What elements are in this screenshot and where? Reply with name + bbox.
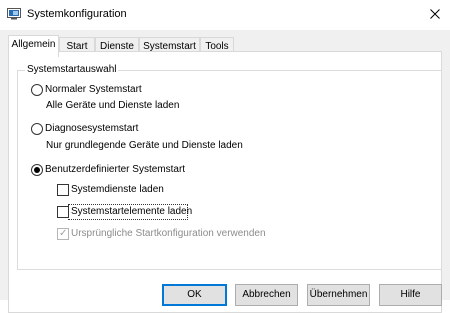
- radio-selective-startup[interactable]: [31, 164, 43, 176]
- help-button[interactable]: Hilfe: [379, 284, 442, 306]
- cancel-button[interactable]: Abbrechen: [235, 284, 298, 306]
- group-legend: Systemstartauswahl: [25, 64, 119, 75]
- radio-normal-label[interactable]: Normaler Systemstart: [45, 84, 142, 95]
- window-title: Systemkonfiguration: [27, 8, 127, 20]
- radio-diagnostic-description: Nur grundlegende Geräte und Dienste lade…: [46, 140, 243, 151]
- help-button-label: Hilfe: [400, 289, 421, 300]
- radio-diagnostic-startup[interactable]: [31, 123, 43, 135]
- ok-button[interactable]: OK: [162, 284, 227, 306]
- title-bar: Systemkonfiguration: [0, 0, 450, 30]
- apply-button[interactable]: Übernehmen: [307, 284, 370, 306]
- close-button[interactable]: [420, 0, 450, 28]
- apply-button-label: Übernehmen: [309, 289, 368, 300]
- radio-diagnostic-label[interactable]: Diagnosesystemstart: [45, 123, 138, 134]
- checkbox-load-system-services[interactable]: [57, 184, 69, 196]
- checkbox-startup-items-label[interactable]: Systemstartelemente laden: [71, 206, 192, 217]
- radio-selective-label[interactable]: Benutzerdefinierter Systemstart: [45, 164, 185, 175]
- tab-label: Allgemein: [11, 39, 56, 50]
- tab-allgemein[interactable]: Allgemein: [8, 35, 59, 57]
- cancel-button-label: Abbrechen: [242, 289, 291, 300]
- checkbox-original-config-label: Ursprüngliche Startkonfiguration verwend…: [71, 228, 266, 239]
- radio-normal-description: Alle Geräte und Dienste laden: [46, 100, 180, 111]
- ok-button-label: OK: [187, 289, 202, 300]
- radio-normal-startup[interactable]: [31, 84, 43, 96]
- checkbox-original-boot-config: ✓: [57, 228, 69, 240]
- checkmark-icon: ✓: [59, 228, 68, 239]
- msconfig-icon: [7, 8, 21, 20]
- close-icon: [430, 9, 440, 19]
- checkbox-services-label[interactable]: Systemdienste laden: [71, 184, 164, 195]
